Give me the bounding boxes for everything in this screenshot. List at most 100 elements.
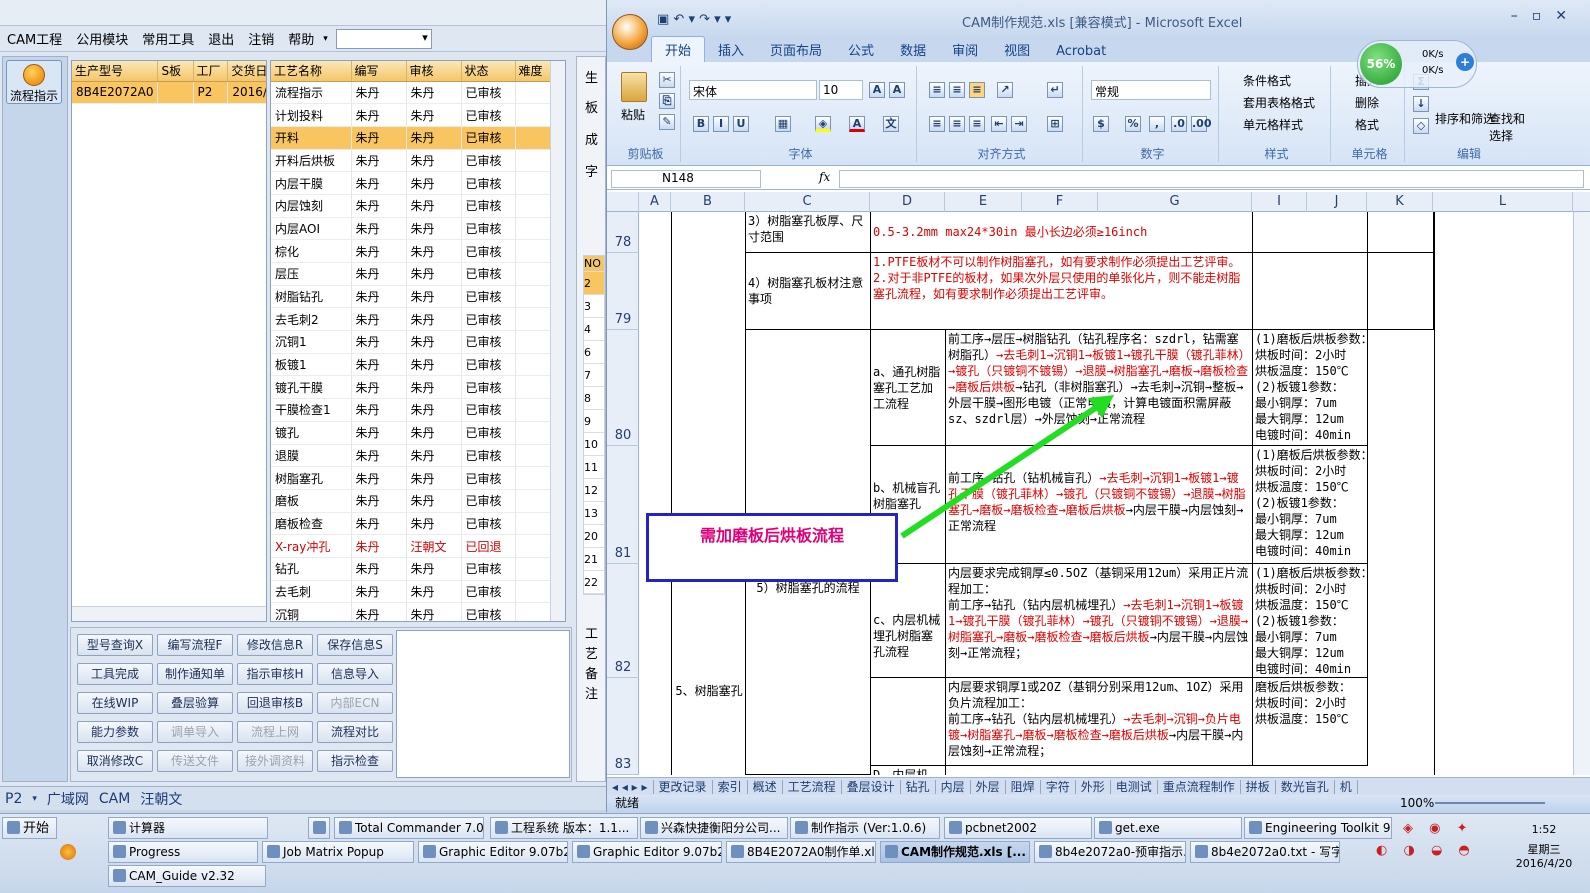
taskbar-item[interactable]: Job Matrix Popup — [262, 841, 414, 863]
cell-c79[interactable]: 4）树脂塞孔板材注意事项 — [746, 253, 871, 330]
action-button[interactable]: 叠层验算 — [157, 692, 233, 714]
sheet-tab[interactable]: 字符 — [1040, 780, 1076, 794]
sheet-vertical-scrollbar[interactable] — [1573, 212, 1590, 775]
ribbon-tab[interactable]: 数据 — [887, 37, 939, 62]
action-button[interactable]: 回退审核B — [237, 692, 313, 714]
table-row[interactable]: 树脂钻孔 朱丹 朱丹 已审核 — [271, 285, 552, 309]
decrease-decimal-icon[interactable]: .00 — [1191, 116, 1212, 132]
underline-icon[interactable]: U — [733, 116, 749, 132]
sheet-tab[interactable]: 概述 — [747, 780, 783, 794]
cell-d83[interactable] — [871, 678, 946, 766]
taskbar-item[interactable]: 工程系统 版本：1.1... — [490, 817, 638, 839]
action-button[interactable]: 传送文件 — [157, 750, 233, 772]
action-button[interactable]: 调单导入 — [157, 721, 233, 743]
cell-k78[interactable] — [1368, 212, 1434, 253]
cell-i81[interactable]: (1)磨板后烘板参数： 烘板时间：2小时 烘板温度：150℃ (2)板镀1参数：… — [1253, 446, 1368, 564]
cell-e83[interactable]: 内层要求铜厚1或2OZ（基铜分别采用12um、1OZ）采用负片流程加工： 前工序… — [946, 678, 1253, 766]
align-top-icon[interactable]: ≡ — [929, 82, 945, 98]
orientation-icon[interactable]: ↗ — [997, 82, 1013, 98]
comma-icon[interactable]: , — [1149, 116, 1165, 132]
row-header[interactable]: 79 — [607, 253, 639, 330]
action-button[interactable]: 指示检查 — [317, 750, 393, 772]
decrease-indent-icon[interactable]: ⇤ — [991, 116, 1007, 132]
column-header[interactable]: L — [1433, 192, 1573, 212]
sheet-tab[interactable]: 阻焊 — [1005, 780, 1041, 794]
taskbar-item[interactable]: 8b4e2072a0-预审指示... — [1034, 841, 1186, 863]
ribbon-tab[interactable]: 公式 — [835, 37, 887, 62]
number-format-box[interactable]: 常规 — [1091, 80, 1211, 100]
sheet-nav-arrows[interactable]: ◂ ◂ ▸ ▸ — [607, 780, 654, 794]
align-bottom-icon[interactable]: ≡ — [969, 82, 985, 98]
col-header[interactable]: 审核 — [406, 61, 462, 82]
conditional-format-button[interactable]: 条件格式 — [1243, 72, 1291, 89]
column-header[interactable]: E — [945, 192, 1022, 212]
sheet-tab[interactable]: 数光盲孔 — [1275, 780, 1335, 794]
sheet-tab[interactable]: 钻孔 — [900, 780, 936, 794]
table-row[interactable]: 棕化 朱丹 朱丹 已审核 — [271, 239, 552, 263]
action-button[interactable]: 接外调资料 — [237, 750, 313, 772]
increase-decimal-icon[interactable]: .0 — [1171, 116, 1187, 132]
ribbon-tab[interactable]: Acrobat — [1043, 41, 1119, 62]
action-button[interactable]: 保存信息S — [317, 634, 393, 656]
taskbar-item[interactable]: Graphic Editor 9.07b2 (... — [418, 841, 568, 863]
table-row[interactable]: 8B4E2072A0 P2 2016/ — [72, 81, 266, 105]
currency-icon[interactable]: $ — [1093, 116, 1109, 132]
row-header[interactable]: 78 — [607, 212, 639, 253]
action-button[interactable]: 在线WIP — [77, 692, 153, 714]
taskbar-item[interactable]: 制作指示 (Ver:1.0.6) — [790, 817, 940, 839]
table-row[interactable]: 内层AOI 朱丹 朱丹 已审核 — [271, 217, 552, 241]
align-middle-icon[interactable]: ≡ — [949, 82, 965, 98]
col-header[interactable]: S板 — [157, 61, 194, 82]
cell-d78[interactable]: 0.5-3.2mm max24*30in 最小长边必须≥16inch — [871, 212, 1253, 253]
menu-public[interactable]: 公用模块 — [69, 29, 135, 48]
col-header[interactable]: 交货日 — [227, 61, 266, 82]
italic-icon[interactable]: I — [713, 116, 729, 132]
cell-style-button[interactable]: 单元格样式 — [1243, 116, 1303, 133]
table-row[interactable]: 去毛刺 朱丹 朱丹 已审核 — [271, 580, 552, 604]
table-row[interactable]: 板镀1 朱丹 朱丹 已审核 — [271, 353, 552, 377]
flow-indicator-button[interactable]: 流程指示 — [6, 60, 62, 104]
menu-tools[interactable]: 常用工具 — [135, 29, 201, 48]
table-row[interactable]: 钻孔 朱丹 朱丹 已审核 — [271, 557, 552, 581]
cell-i80[interactable]: (1)磨板后烘板参数： 烘板时间：2小时 烘板温度：150℃ (2)板镀1参数：… — [1253, 330, 1368, 446]
clock[interactable]: 1:52 星期三 2016/4/20 — [1500, 823, 1588, 871]
table-row[interactable]: 干膜检查1 朱丹 朱丹 已审核 — [271, 398, 552, 422]
action-button[interactable]: 能力参数 — [77, 721, 153, 743]
window-controls[interactable]: –▫✕ — [1511, 8, 1581, 24]
memo-box[interactable] — [396, 630, 570, 778]
cell-i79[interactable] — [1253, 253, 1368, 330]
col-header[interactable]: 生产型号 — [72, 61, 159, 82]
copy-icon[interactable]: ⎘ — [659, 93, 675, 109]
column-header[interactable]: D — [870, 192, 945, 212]
zoom-level[interactable]: 100% — [1400, 795, 1434, 812]
ribbon-tab[interactable]: 审阅 — [939, 37, 991, 62]
sheet-tab[interactable]: 外形 — [1075, 780, 1111, 794]
table-row[interactable]: 沉铜1 朱丹 朱丹 已审核 — [271, 330, 552, 354]
grow-font-icon[interactable]: A — [869, 82, 885, 98]
cam-combobox[interactable] — [335, 28, 432, 49]
status-factory[interactable]: P2 — [0, 791, 27, 807]
table-row[interactable]: 磨板 朱丹 朱丹 已审核 — [271, 489, 552, 513]
taskbar-item[interactable]: Total Commander 7.0 ... — [334, 817, 484, 839]
col-header[interactable]: 难度 — [515, 61, 552, 82]
bold-icon[interactable]: B — [693, 116, 709, 132]
delete-cells-button[interactable]: 删除 — [1355, 94, 1379, 111]
name-box[interactable]: N148 — [611, 170, 761, 188]
table-row[interactable]: 计划投料 朱丹 朱丹 已审核 — [271, 103, 552, 127]
action-button[interactable]: 流程上网 — [237, 721, 313, 743]
column-header[interactable]: G — [1098, 192, 1252, 212]
action-button[interactable]: 取消修改C — [77, 750, 153, 772]
add-icon[interactable]: + — [1456, 53, 1474, 71]
taskbar-item[interactable]: Progress — [108, 841, 258, 863]
ribbon-tab[interactable]: 开始 — [651, 36, 706, 62]
row-header[interactable]: 82 — [607, 564, 639, 678]
row-header[interactable]: 80 — [607, 330, 639, 446]
table-row[interactable]: 开料 朱丹 朱丹 已审核 — [271, 126, 552, 150]
sheet-tab[interactable]: 更改记录 — [653, 780, 713, 794]
fill-icon[interactable]: ↓ — [1413, 96, 1429, 112]
start-button[interactable]: 开始 — [2, 817, 57, 839]
menu-logout[interactable]: 注销 — [241, 29, 281, 48]
column-header[interactable]: K — [1367, 192, 1433, 212]
phonetic-icon[interactable]: 文 — [883, 116, 899, 132]
font-color-icon[interactable]: A — [849, 116, 865, 132]
